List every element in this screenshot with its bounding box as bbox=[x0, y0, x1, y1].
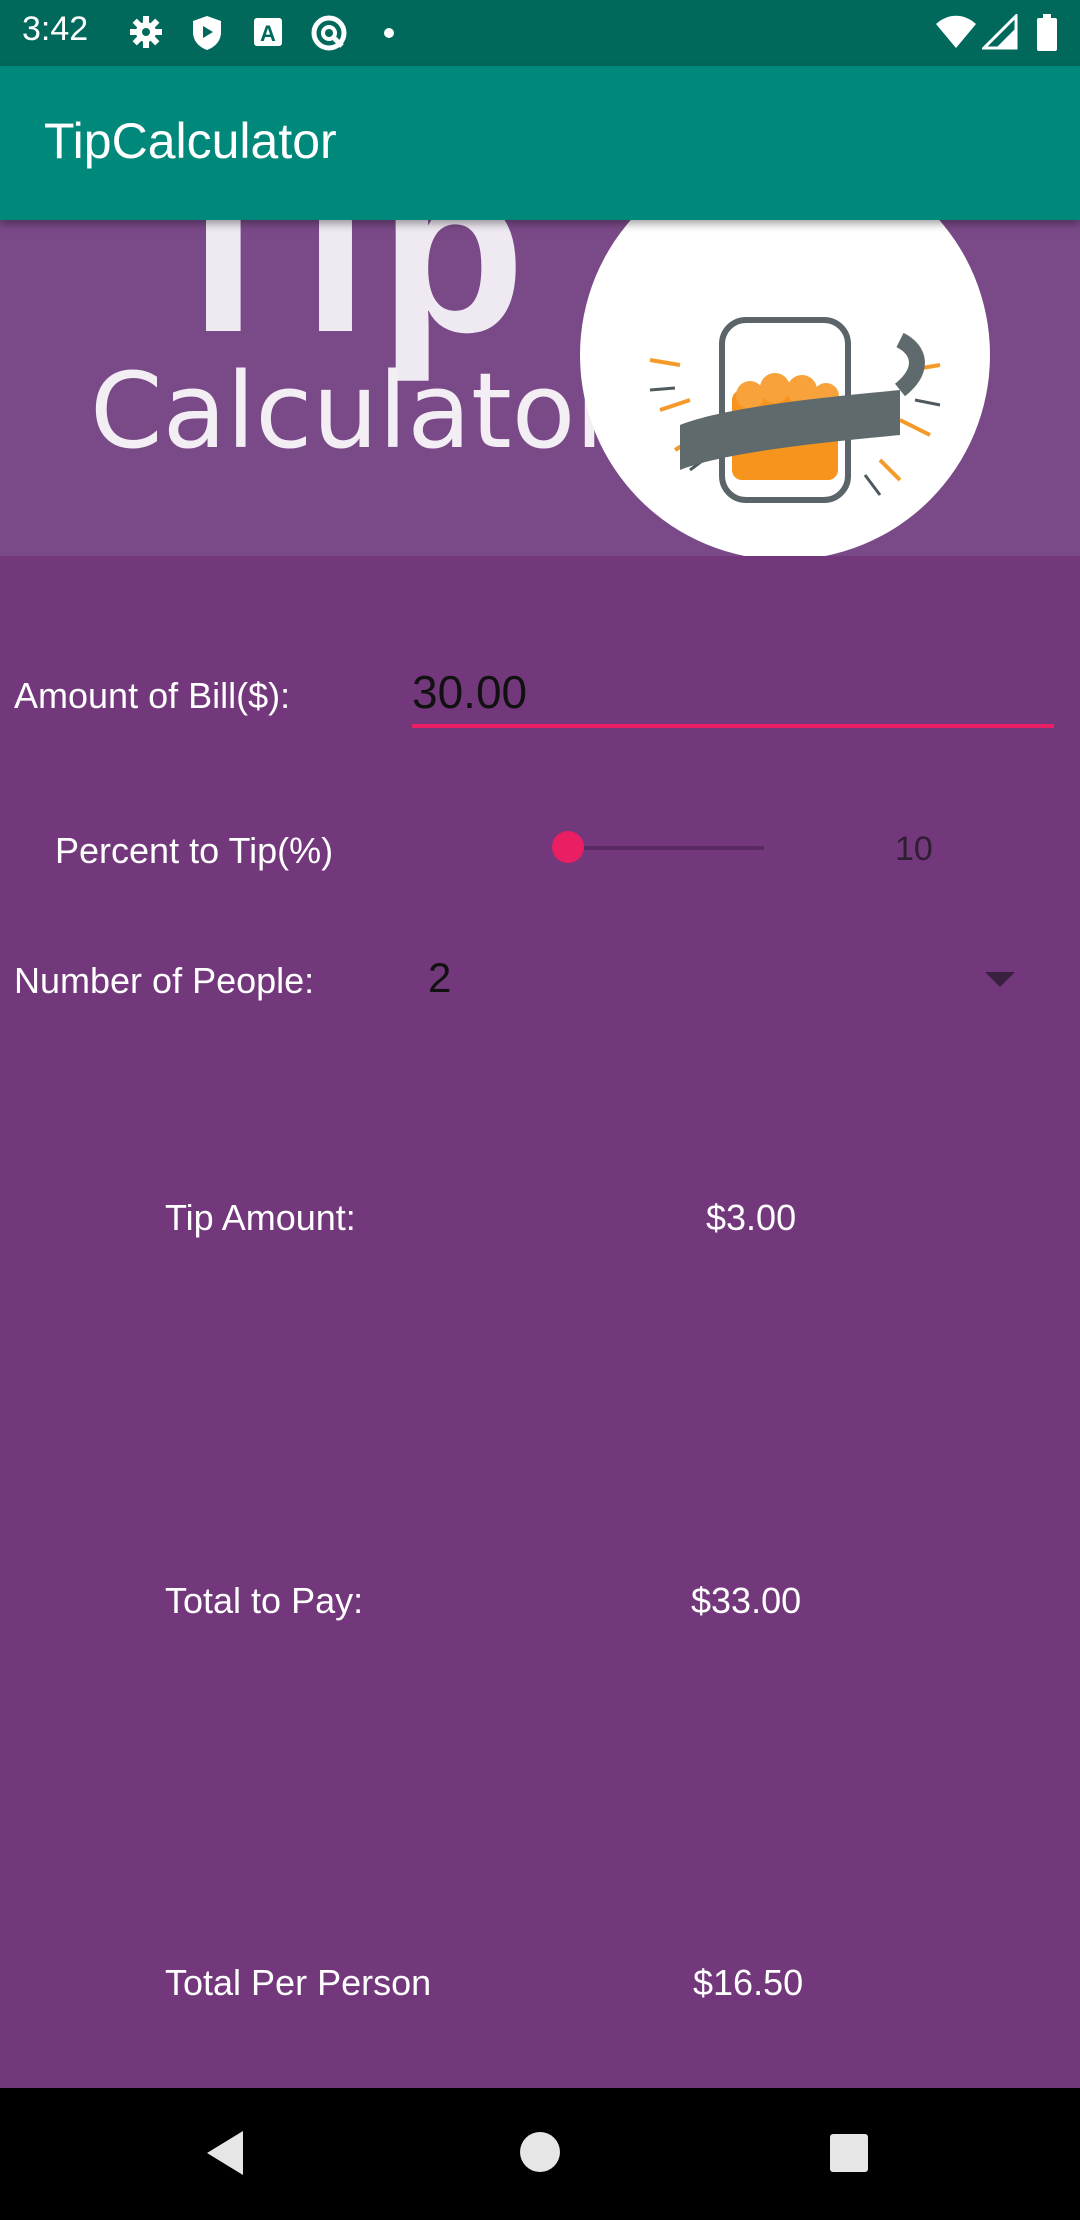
banner-calculator-text: Calculator bbox=[90, 350, 619, 472]
people-dropdown[interactable]: 2 bbox=[410, 940, 1040, 1020]
home-icon[interactable] bbox=[519, 2131, 561, 2178]
slider-track[interactable] bbox=[568, 846, 764, 850]
app-title: TipCalculator bbox=[44, 113, 337, 169]
tip-amount-label: Tip Amount: bbox=[165, 1197, 356, 1238]
dropdown-arrow-icon bbox=[985, 972, 1015, 987]
slider-thumb[interactable] bbox=[552, 831, 584, 863]
app-bar: TipCalculator bbox=[0, 66, 1080, 220]
svg-text:A: A bbox=[260, 21, 276, 46]
wifi-icon bbox=[934, 14, 978, 55]
dot-icon bbox=[382, 26, 396, 45]
battery-icon bbox=[1036, 14, 1058, 57]
total-value: $33.00 bbox=[691, 1580, 802, 1621]
total-label: Total to Pay: bbox=[165, 1580, 364, 1621]
back-icon[interactable] bbox=[203, 2128, 247, 2183]
signal-icon bbox=[980, 12, 1018, 55]
per-person-label: Total Per Person bbox=[165, 1962, 432, 2003]
banner-image: Tip Calculator bbox=[0, 220, 1080, 556]
tip-amount-value: $3.00 bbox=[706, 1197, 797, 1238]
people-label: Number of People: bbox=[14, 960, 315, 1001]
sync-icon bbox=[310, 14, 348, 57]
per-person-value: $16.50 bbox=[693, 1962, 804, 2003]
bill-label: Amount of Bill($): bbox=[14, 675, 291, 716]
tip-jar-logo bbox=[580, 220, 990, 556]
gear-icon bbox=[128, 14, 164, 55]
people-selected-value: 2 bbox=[428, 954, 452, 1001]
tip-percent-label: Percent to Tip(%) bbox=[55, 830, 334, 871]
shield-icon bbox=[190, 14, 224, 57]
navigation-bar bbox=[0, 2088, 1080, 2220]
bill-amount-input[interactable] bbox=[412, 660, 1054, 728]
font-a-icon: A bbox=[252, 14, 284, 55]
status-bar: 3:42 A bbox=[0, 0, 1080, 66]
status-time: 3:42 bbox=[22, 10, 89, 48]
tip-percent-value: 10 bbox=[895, 830, 933, 868]
recents-icon[interactable] bbox=[829, 2133, 869, 2178]
main-content: Tip Calculator Amount of Bill($): Percen… bbox=[0, 220, 1080, 2088]
